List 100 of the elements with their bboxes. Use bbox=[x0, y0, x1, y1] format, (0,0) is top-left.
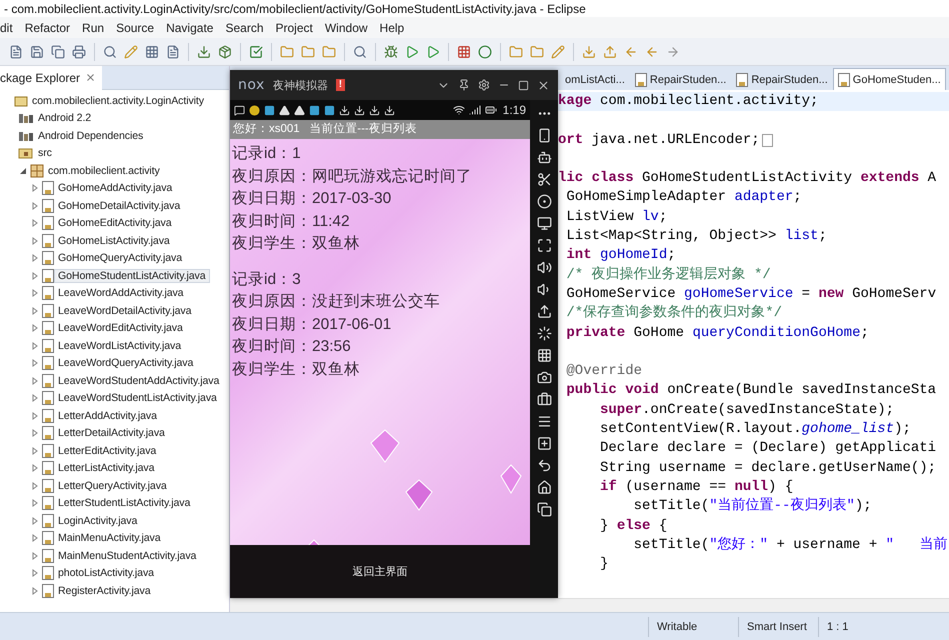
collapsed-arrow-icon[interactable] bbox=[31, 499, 39, 508]
collapsed-arrow-icon[interactable] bbox=[31, 412, 39, 420]
collapsed-arrow-icon[interactable] bbox=[31, 184, 39, 192]
collapsed-arrow-icon[interactable] bbox=[31, 586, 39, 595]
folder-icon[interactable] bbox=[508, 44, 524, 60]
horizontal-scrollbar[interactable] bbox=[230, 598, 949, 612]
tree-item[interactable]: Android Dependencies bbox=[34, 128, 148, 143]
tree-item[interactable]: Android 2.2 bbox=[34, 111, 96, 126]
tree-item[interactable]: LeaveWordDetailActivity.java bbox=[54, 304, 196, 318]
tree-item[interactable]: LetterDetailActivity.java bbox=[54, 426, 169, 440]
expanded-arrow-icon[interactable] bbox=[19, 166, 27, 175]
save-icon[interactable] bbox=[29, 44, 45, 60]
checkbox-icon[interactable] bbox=[248, 44, 264, 60]
collapsed-arrow-icon[interactable] bbox=[31, 552, 39, 560]
folder-icon[interactable] bbox=[300, 44, 316, 60]
collapsed-arrow-icon[interactable] bbox=[31, 394, 39, 402]
tree-item[interactable]: GoHomeQueryActivity.java bbox=[54, 251, 186, 266]
collapsed-arrow-icon[interactable] bbox=[31, 289, 39, 298]
document-icon[interactable] bbox=[165, 44, 181, 60]
tree-item[interactable]: src bbox=[34, 146, 56, 160]
collapsed-arrow-icon[interactable] bbox=[31, 429, 39, 438]
collapsed-arrow-icon[interactable] bbox=[31, 376, 39, 385]
phone-icon[interactable] bbox=[536, 128, 552, 143]
tree-item[interactable]: com.mobileclient.activity bbox=[44, 164, 164, 178]
tree-item[interactable]: GoHomeStudentListActivity.java bbox=[54, 268, 210, 283]
menu-item[interactable]: Source bbox=[110, 18, 160, 36]
package-icon[interactable] bbox=[217, 44, 233, 60]
collapsed-arrow-icon[interactable] bbox=[31, 534, 39, 542]
pin-icon[interactable] bbox=[458, 79, 470, 91]
download-icon[interactable] bbox=[581, 44, 597, 60]
target-icon[interactable] bbox=[536, 194, 552, 209]
maximize-icon[interactable] bbox=[518, 80, 529, 90]
camera-icon[interactable] bbox=[536, 370, 552, 385]
fullscreen-icon[interactable] bbox=[536, 238, 552, 253]
menu-item[interactable]: Search bbox=[219, 18, 270, 36]
collapsed-arrow-icon[interactable] bbox=[31, 516, 39, 525]
editor-tab[interactable]: RepairStuden... bbox=[630, 68, 732, 90]
collapsed-arrow-icon[interactable] bbox=[31, 324, 39, 332]
folder-icon[interactable] bbox=[321, 44, 337, 60]
upload-icon[interactable] bbox=[536, 304, 552, 319]
collapsed-arrow-icon[interactable] bbox=[31, 464, 39, 472]
home-icon[interactable] bbox=[536, 480, 552, 495]
grid-icon[interactable] bbox=[536, 348, 552, 363]
tree-item[interactable]: LeaveWordStudentAddActivity.java bbox=[54, 374, 224, 388]
tree-item[interactable]: photoListActivity.java bbox=[54, 566, 158, 580]
back-to-main-button[interactable]: 返回主界面 bbox=[338, 558, 422, 585]
collapsed-arrow-icon[interactable] bbox=[31, 482, 39, 490]
tree-item[interactable]: GoHomeEditActivity.java bbox=[54, 216, 176, 230]
scissors-icon[interactable] bbox=[536, 172, 552, 187]
menu-item[interactable]: Project bbox=[270, 18, 319, 36]
folder-icon[interactable] bbox=[529, 44, 545, 60]
tree-item[interactable]: LetterAddActivity.java bbox=[54, 408, 161, 423]
download-icon[interactable] bbox=[196, 44, 212, 60]
copy-icon[interactable] bbox=[50, 44, 66, 60]
volume-up-icon[interactable] bbox=[536, 260, 552, 275]
editor-tab[interactable]: GoHomeStuden... bbox=[832, 68, 946, 90]
tree-item[interactable]: LetterListActivity.java bbox=[54, 461, 158, 476]
robot-icon[interactable] bbox=[536, 150, 552, 165]
collapsed-arrow-icon[interactable] bbox=[31, 236, 39, 245]
tree-item[interactable]: LetterStudentListActivity.java bbox=[54, 496, 194, 510]
tree-item[interactable]: LeaveWordStudentListActivity.java bbox=[54, 391, 221, 406]
volume-down-icon[interactable] bbox=[536, 282, 552, 297]
tree-item[interactable]: LeaveWordEditActivity.java bbox=[54, 321, 187, 336]
loader-icon[interactable] bbox=[536, 326, 552, 341]
tree-item[interactable]: LetterQueryActivity.java bbox=[54, 478, 171, 493]
menu-item[interactable]: Navigate bbox=[160, 18, 220, 36]
settings-icon[interactable] bbox=[478, 79, 490, 91]
tree-item[interactable]: GoHomeDetailActivity.java bbox=[54, 198, 184, 213]
tree-item[interactable]: GoHomeListActivity.java bbox=[54, 234, 174, 248]
close-icon[interactable] bbox=[85, 72, 96, 83]
pencil-icon[interactable] bbox=[123, 44, 139, 60]
tree-item[interactable]: MainMenuStudentActivity.java bbox=[54, 548, 200, 563]
tree-item[interactable]: RegisterActivity.java bbox=[54, 584, 154, 598]
menu-item[interactable]: Run bbox=[76, 18, 110, 36]
tree-item[interactable]: LeaveWordQueryActivity.java bbox=[54, 356, 198, 370]
tree-item[interactable]: LeaveWordAddActivity.java bbox=[54, 286, 188, 300]
collapsed-arrow-icon[interactable] bbox=[31, 359, 39, 368]
print-icon[interactable] bbox=[71, 44, 87, 60]
collapsed-arrow-icon[interactable] bbox=[31, 219, 39, 228]
panel-tab[interactable]: ckage Explorer bbox=[0, 66, 102, 90]
back-arrow-icon[interactable] bbox=[536, 458, 552, 473]
collapsed-arrow-icon[interactable] bbox=[31, 569, 39, 578]
close-icon[interactable] bbox=[537, 78, 550, 92]
new-icon[interactable] bbox=[8, 44, 24, 60]
briefcase-icon[interactable] bbox=[536, 392, 552, 407]
menu-item[interactable]: Window bbox=[318, 18, 374, 36]
circle-icon[interactable] bbox=[477, 44, 493, 60]
search-icon[interactable] bbox=[352, 44, 368, 60]
tree-item[interactable]: MainMenuActivity.java bbox=[54, 531, 165, 546]
collapsed-arrow-icon[interactable] bbox=[31, 446, 39, 455]
tree-item[interactable]: LeaveWordListActivity.java bbox=[54, 338, 186, 353]
collapsed-arrow-icon[interactable] bbox=[31, 272, 39, 280]
collapsed-arrow-icon[interactable] bbox=[31, 254, 39, 262]
collapsed-arrow-icon[interactable] bbox=[31, 342, 39, 350]
pencil-icon[interactable] bbox=[550, 44, 566, 60]
folder-icon[interactable] bbox=[279, 44, 295, 60]
menu-item[interactable]: Refactor bbox=[18, 18, 76, 36]
editor-tab[interactable]: omListActi... bbox=[560, 68, 630, 90]
search-icon[interactable] bbox=[102, 44, 118, 60]
recent-apps-icon[interactable] bbox=[536, 502, 552, 517]
